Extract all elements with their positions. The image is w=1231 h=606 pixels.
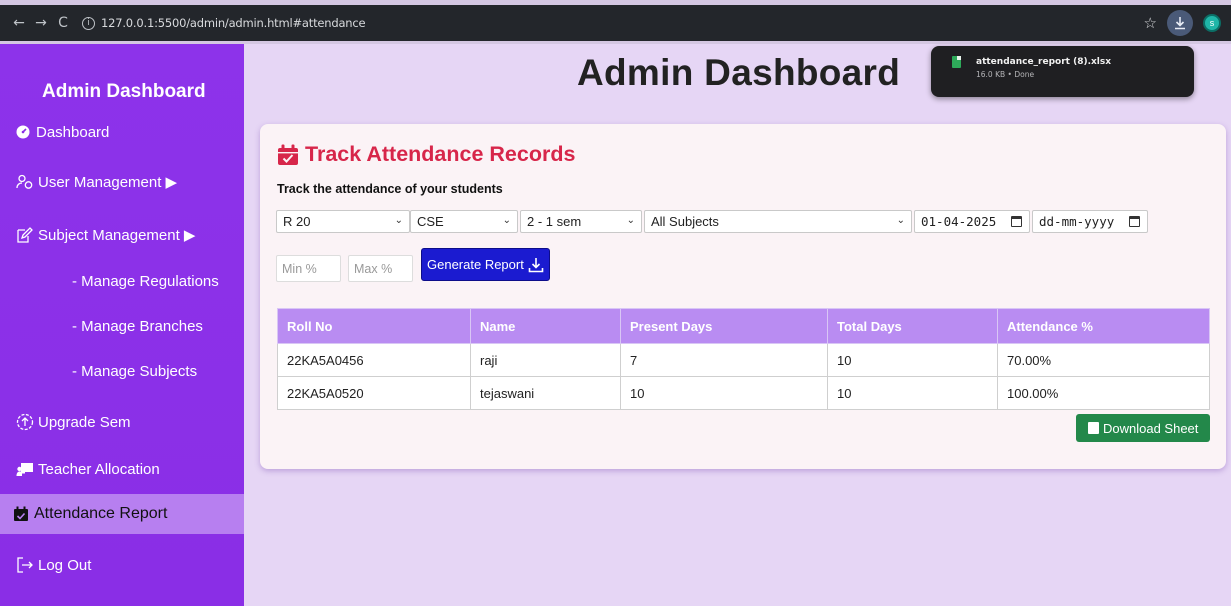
chevron-down-icon: ⌄	[626, 215, 635, 226]
col-attendance-percent: Attendance %	[997, 308, 1210, 344]
cell-present-days: 7	[620, 343, 828, 377]
attendance-card: Track Attendance Records Track the atten…	[260, 124, 1226, 469]
cell-roll-no: 22KA5A0520	[277, 376, 471, 410]
card-title: Track Attendance Records	[277, 142, 575, 167]
sidebar-item-attendance-report[interactable]: Attendance Report	[0, 494, 244, 534]
page-title: Admin Dashboard	[577, 52, 901, 93]
download-tray-icon	[528, 257, 544, 272]
bookmark-star-icon[interactable]: ☆	[1144, 14, 1157, 32]
from-date-input[interactable]: 01-04-2025	[914, 210, 1030, 233]
sidebar-item-upgrade-sem[interactable]: Upgrade Sem	[16, 413, 260, 431]
upgrade-circle-icon	[16, 413, 34, 431]
browser-chrome: ← → C i 127.0.0.1:5500/admin/admin.html#…	[0, 0, 1231, 44]
cell-total-days: 10	[827, 376, 998, 410]
calendar-icon[interactable]	[1129, 216, 1140, 227]
browser-actions: ☆ s	[1144, 5, 1221, 41]
branch-select[interactable]: CSE ⌄	[410, 210, 518, 233]
back-button[interactable]: ←	[8, 15, 30, 31]
sidebar-item-label: Attendance Report	[34, 505, 168, 522]
generate-report-label: Generate Report	[427, 257, 524, 272]
cell-attendance-percent: 100.00%	[997, 376, 1210, 410]
sidebar-item-user-management[interactable]: User Management ▶	[16, 173, 260, 191]
cell-present-days: 10	[620, 376, 828, 410]
subject-value: All Subjects	[651, 214, 719, 229]
branch-value: CSE	[417, 214, 444, 229]
users-icon	[16, 173, 34, 191]
download-sheet-label: Download Sheet	[1103, 420, 1199, 436]
sidebar-subitem-manage-regulations[interactable]: - Manage Regulations	[72, 273, 219, 290]
table-row: 22KA5A0456 raji 7 10 70.00%	[277, 343, 1210, 377]
profile-avatar[interactable]: s	[1203, 14, 1221, 32]
calendar-check-icon	[278, 144, 298, 165]
cell-name: tejaswani	[470, 376, 621, 410]
to-date-value: dd-mm-yyyy	[1039, 214, 1115, 229]
edit-document-icon	[16, 226, 34, 244]
card-title-text: Track Attendance Records	[305, 142, 576, 166]
table-row: 22KA5A0520 tejaswani 10 10 100.00%	[277, 376, 1210, 410]
sidebar-subitem-manage-branches[interactable]: - Manage Branches	[72, 318, 203, 335]
browser-toolbar: ← → C i 127.0.0.1:5500/admin/admin.html#…	[0, 5, 1231, 41]
attendance-table: Roll No Name Present Days Total Days Att…	[277, 308, 1210, 410]
download-meta: 16.0 KB • Done	[976, 70, 1035, 79]
sidebar-item-dashboard[interactable]: Dashboard	[14, 123, 258, 141]
regulation-select[interactable]: R 20 ⌄	[276, 210, 410, 233]
sidebar-title: Admin Dashboard	[42, 81, 206, 102]
sidebar-item-label: Dashboard	[36, 123, 110, 141]
address-bar[interactable]: i 127.0.0.1:5500/admin/admin.html#attend…	[82, 10, 1212, 36]
sidebar: Admin Dashboard Dashboard User Managemen…	[0, 44, 244, 606]
download-filename[interactable]: attendance_report (8).xlsx	[976, 57, 1111, 67]
sidebar-item-subject-management[interactable]: Subject Management ▶	[16, 226, 260, 244]
to-date-input[interactable]: dd-mm-yyyy	[1032, 210, 1148, 233]
col-name: Name	[470, 308, 621, 344]
chalkboard-teacher-icon	[16, 460, 34, 478]
download-sheet-button[interactable]: Download Sheet	[1076, 414, 1210, 442]
calendar-icon[interactable]	[1011, 216, 1022, 227]
forward-button[interactable]: →	[30, 15, 52, 31]
card-subtitle: Track the attendance of your students	[277, 182, 503, 196]
col-present-days: Present Days	[620, 308, 828, 344]
cell-name: raji	[470, 343, 621, 377]
cell-attendance-percent: 70.00%	[997, 343, 1210, 377]
cell-roll-no: 22KA5A0456	[277, 343, 471, 377]
regulation-value: R 20	[283, 214, 311, 229]
sidebar-item-log-out[interactable]: Log Out	[16, 556, 260, 574]
spreadsheet-file-icon	[952, 56, 961, 68]
url-text: 127.0.0.1:5500/admin/admin.html#attendan…	[101, 16, 366, 30]
sidebar-item-label: Log Out	[38, 556, 92, 574]
sidebar-item-label: Upgrade Sem	[38, 413, 131, 431]
logout-icon	[16, 556, 34, 574]
max-percent-input[interactable]: Max %	[348, 255, 413, 282]
reload-button[interactable]: C	[52, 15, 74, 31]
calendar-check-icon	[12, 505, 30, 523]
chevron-down-icon: ⌄	[394, 215, 403, 226]
generate-report-button[interactable]: Generate Report	[421, 248, 550, 281]
table-header-row: Roll No Name Present Days Total Days Att…	[277, 308, 1210, 344]
gauge-icon	[14, 123, 32, 141]
sidebar-item-label: Subject Management ▶	[38, 227, 196, 244]
site-info-icon[interactable]: i	[82, 16, 95, 30]
semester-select[interactable]: 2 - 1 sem ⌄	[520, 210, 642, 233]
sidebar-item-label: Teacher Allocation	[38, 460, 160, 478]
from-date-value: 01-04-2025	[921, 214, 997, 229]
sidebar-item-label: User Management ▶	[38, 174, 178, 191]
min-percent-input[interactable]: Min %	[276, 255, 341, 282]
chevron-down-icon: ⌄	[502, 215, 511, 226]
excel-file-icon	[1088, 422, 1099, 434]
sidebar-subitem-manage-subjects[interactable]: - Manage Subjects	[72, 363, 197, 380]
cell-total-days: 10	[827, 343, 998, 377]
col-total-days: Total Days	[827, 308, 998, 344]
subject-select[interactable]: All Subjects ⌄	[644, 210, 912, 233]
semester-value: 2 - 1 sem	[527, 214, 582, 229]
sidebar-item-teacher-allocation[interactable]: Teacher Allocation	[16, 460, 260, 478]
chevron-down-icon: ⌄	[896, 215, 905, 226]
downloads-button[interactable]	[1167, 10, 1193, 36]
col-roll-no: Roll No	[277, 308, 471, 344]
download-icon	[1175, 17, 1185, 30]
download-notification[interactable]: attendance_report (8).xlsx 16.0 KB • Don…	[931, 46, 1194, 97]
